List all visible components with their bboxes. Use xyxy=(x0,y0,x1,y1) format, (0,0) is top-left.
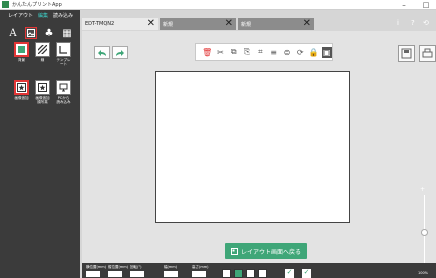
close-icon[interactable]: ✕ xyxy=(147,19,155,29)
print-button[interactable] xyxy=(419,45,436,62)
check-icon[interactable]: ✓ xyxy=(302,269,311,278)
layer-icon[interactable]: ≡ xyxy=(268,47,278,58)
minimize-button[interactable]: – xyxy=(398,0,410,10)
gallery-row-1: 背景 線 テンプレート xyxy=(13,42,72,66)
align-top-icon[interactable] xyxy=(258,269,267,278)
tab-label: 新規 xyxy=(163,21,174,28)
help-icon[interactable]: ? xyxy=(411,19,415,27)
tab-label: 新規 xyxy=(241,21,252,28)
close-icon[interactable]: ✕ xyxy=(225,19,233,29)
tile-caption: 線 xyxy=(40,58,45,62)
print-icon xyxy=(422,48,433,58)
hatch-icon xyxy=(35,42,50,57)
window-titlebar: かんたんプリントApp – □ xyxy=(0,0,436,10)
tool-row: A ♣ ▦ xyxy=(0,20,80,40)
copy-icon[interactable]: ⧉ xyxy=(229,47,239,58)
align-center-icon[interactable] xyxy=(234,269,243,278)
info-icon[interactable]: i xyxy=(397,19,399,27)
width-field[interactable] xyxy=(164,271,178,277)
tab-edt-tmqn2[interactable]: EDT-TMQN2 ✕ xyxy=(82,18,158,30)
save-button[interactable] xyxy=(398,45,415,62)
menu-edit[interactable]: 編集 xyxy=(38,12,48,19)
star-image-icon xyxy=(35,80,50,95)
check-icon[interactable]: ✓ xyxy=(285,269,294,278)
image-tool-icon[interactable] xyxy=(25,27,37,39)
background-icon xyxy=(14,42,29,57)
add-image-tile[interactable]: 画像追加 xyxy=(13,80,30,104)
height-field[interactable] xyxy=(192,271,206,277)
rotation-label: 回転(°) xyxy=(130,265,142,269)
property-bar: 横位置(mm) 縦位置(mm) 回転(°) 幅(mm) 高さ(mm) ✓ ✓ 1… xyxy=(82,263,436,278)
background-tile[interactable]: 背景 xyxy=(13,42,30,66)
layout-icon xyxy=(230,247,238,255)
tile-caption: 画像追加 xyxy=(14,96,29,100)
tab-new-2[interactable]: 新規 ✕ xyxy=(238,18,314,30)
layout-paper[interactable] xyxy=(155,71,350,223)
rotate-icon[interactable]: ⟳ xyxy=(295,47,305,58)
tile-caption: 背景 xyxy=(18,58,25,62)
close-icon[interactable]: ✕ xyxy=(303,19,311,29)
grid-tool-icon[interactable]: ▦ xyxy=(61,27,73,39)
align-right-icon[interactable] xyxy=(246,269,255,278)
star-image-icon xyxy=(14,80,29,95)
maximize-button[interactable]: □ xyxy=(420,0,432,10)
add-face-image-tile[interactable]: 画像追加 顔写真 xyxy=(34,80,51,104)
template-tile[interactable]: テンプレート xyxy=(55,42,72,66)
edit-toolbar: 🗑 ✂ ⧉ ⎘ ⌗ ≡ ⊜ ⟳ 🔒 ▣ xyxy=(195,43,333,61)
template-icon xyxy=(56,42,71,57)
tab-label: EDT-TMQN2 xyxy=(85,21,115,27)
align-left-icon[interactable] xyxy=(222,269,231,278)
crop-icon[interactable]: ⌗ xyxy=(255,47,265,58)
lock-icon[interactable]: 🔒 xyxy=(308,47,319,58)
group-icon[interactable]: ▣ xyxy=(321,46,332,58)
align-icon[interactable]: ⊜ xyxy=(282,47,292,58)
x-position-label: 横位置(mm) xyxy=(86,265,107,269)
zoom-in-icon[interactable]: + xyxy=(420,186,425,193)
height-label: 高さ(mm) xyxy=(192,265,209,269)
computer-icon xyxy=(56,80,71,95)
text-tool-icon[interactable]: A xyxy=(7,27,19,39)
gallery-row-2: 画像追加 画像追加 顔写真 PCから 読み込み xyxy=(13,80,72,104)
canvas-workspace: 🗑 ✂ ⧉ ⎘ ⌗ ≡ ⊜ ⟳ 🔒 ▣ レイアウト画面へ戻る + − xyxy=(82,31,436,278)
zoom-slider-handle[interactable] xyxy=(421,229,428,236)
back-to-layout-button[interactable]: レイアウト画面へ戻る xyxy=(225,243,307,259)
back-to-layout-label: レイアウト画面へ戻る xyxy=(240,248,301,256)
undo-icon[interactable]: ⟲ xyxy=(423,19,429,27)
load-from-pc-tile[interactable]: PCから 読み込み xyxy=(55,80,72,104)
redo-arrow-icon xyxy=(116,49,124,56)
save-icon xyxy=(401,48,412,59)
tile-caption: PCから 読み込み xyxy=(56,96,71,104)
paste-icon[interactable]: ⎘ xyxy=(242,47,252,58)
zoom-level: 100% xyxy=(418,271,429,275)
redo-button[interactable] xyxy=(112,46,128,59)
y-position-label: 縦位置(mm) xyxy=(108,265,129,269)
menu-bar: レイアウト 編集 読み込み xyxy=(0,10,80,20)
tab-new-1[interactable]: 新規 ✕ xyxy=(160,18,236,30)
app-logo-icon xyxy=(2,1,9,8)
document-tabs: EDT-TMQN2 ✕ 新規 ✕ 新規 ✕ xyxy=(82,18,436,30)
window-title: かんたんプリントApp xyxy=(12,2,62,8)
menu-load[interactable]: 読み込み xyxy=(53,12,73,19)
trash-icon[interactable]: 🗑 xyxy=(202,47,212,58)
shape-tool-icon[interactable]: ♣ xyxy=(43,27,55,39)
cut-icon[interactable]: ✂ xyxy=(215,47,225,58)
rotation-field[interactable] xyxy=(130,271,144,277)
undo-button[interactable] xyxy=(94,46,110,59)
undo-arrow-icon xyxy=(98,49,106,56)
width-label: 幅(mm) xyxy=(164,265,178,269)
tile-caption: 画像追加 顔写真 xyxy=(35,96,50,104)
line-tile[interactable]: 線 xyxy=(34,42,51,66)
tile-caption: テンプレート xyxy=(56,58,71,66)
y-position-field[interactable] xyxy=(108,271,122,277)
x-position-field[interactable] xyxy=(86,271,100,277)
menu-layout[interactable]: レイアウト xyxy=(8,12,33,19)
